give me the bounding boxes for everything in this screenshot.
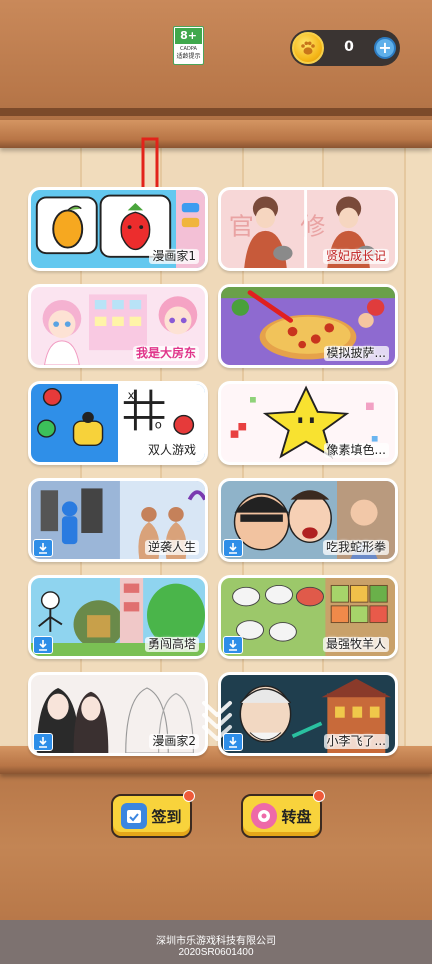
download-icon: [33, 539, 53, 557]
game-title: 吃我蛇形拳: [322, 540, 389, 555]
add-coins-button[interactable]: +: [374, 37, 396, 59]
signin-button[interactable]: 签到: [111, 790, 195, 838]
scroll-down-chevron-icon[interactable]: [200, 697, 234, 741]
calendar-icon: [121, 803, 148, 829]
copyright-footer: 深圳市乐游戏科技有限公司 2020SR0601400: [0, 920, 432, 964]
game-title: 模拟披萨...: [323, 346, 389, 361]
top-shelf-board: [0, 120, 432, 148]
notification-dot: [313, 790, 325, 802]
signin-label: 签到: [151, 807, 182, 826]
game-card-1[interactable]: 漫画家1: [28, 187, 208, 271]
download-icon: [223, 539, 243, 557]
game-card-12[interactable]: 小李飞了...: [218, 672, 398, 756]
wheel-icon: [251, 803, 278, 829]
game-card-9[interactable]: 勇闯高塔: [28, 575, 208, 659]
age-org: CADPA: [180, 46, 197, 52]
game-title: 小李飞了...: [323, 734, 389, 749]
game-title: 漫画家1: [149, 249, 199, 264]
game-card-7[interactable]: 逆袭人生: [28, 478, 208, 562]
game-card-5[interactable]: x o 双人游戏: [28, 381, 208, 465]
game-title: 勇闯高塔: [144, 637, 199, 652]
game-card-6[interactable]: 像素填色...: [218, 381, 398, 465]
download-icon: [223, 636, 243, 654]
game-title: 双人游戏: [144, 443, 199, 458]
age-tip: 适龄提示: [176, 53, 201, 60]
game-card-4[interactable]: 模拟披萨...: [218, 284, 398, 368]
game-title: 像素填色...: [323, 443, 389, 458]
svg-text:x: x: [128, 388, 135, 402]
game-title: 漫画家2: [149, 734, 199, 749]
game-card-10[interactable]: 最强牧羊人: [218, 575, 398, 659]
game-title: 贤妃成长记: [322, 249, 389, 264]
age-rating-badge[interactable]: 8+ CADPA 适龄提示: [173, 26, 204, 65]
game-card-2[interactable]: 官 修 贤妃成长记: [218, 187, 398, 271]
download-icon: [33, 636, 53, 654]
coin-count: 0: [344, 39, 354, 55]
wheel-button[interactable]: 转盘: [241, 790, 325, 838]
notification-dot: [183, 790, 195, 802]
game-card-3[interactable]: 我是大房东: [28, 284, 208, 368]
download-icon: [33, 733, 53, 751]
company-name: 深圳市乐游戏科技有限公司: [156, 936, 276, 947]
svg-text:官: 官: [229, 212, 254, 240]
registration-number: 2020SR0601400: [178, 947, 254, 958]
game-card-11[interactable]: 漫画家2: [28, 672, 208, 756]
age-rating: 8+: [175, 28, 202, 44]
svg-text:修: 修: [300, 212, 325, 240]
game-title: 最强牧羊人: [322, 637, 389, 652]
game-card-8[interactable]: 吃我蛇形拳: [218, 478, 398, 562]
bottom-wood-panel: [0, 774, 432, 920]
game-title: 我是大房东: [132, 346, 199, 361]
paw-coin-icon: [292, 32, 324, 64]
coin-balance[interactable]: 0 +: [290, 30, 400, 66]
game-title: 逆袭人生: [144, 540, 199, 555]
svg-text:o: o: [155, 418, 162, 432]
wheel-label: 转盘: [281, 807, 312, 826]
